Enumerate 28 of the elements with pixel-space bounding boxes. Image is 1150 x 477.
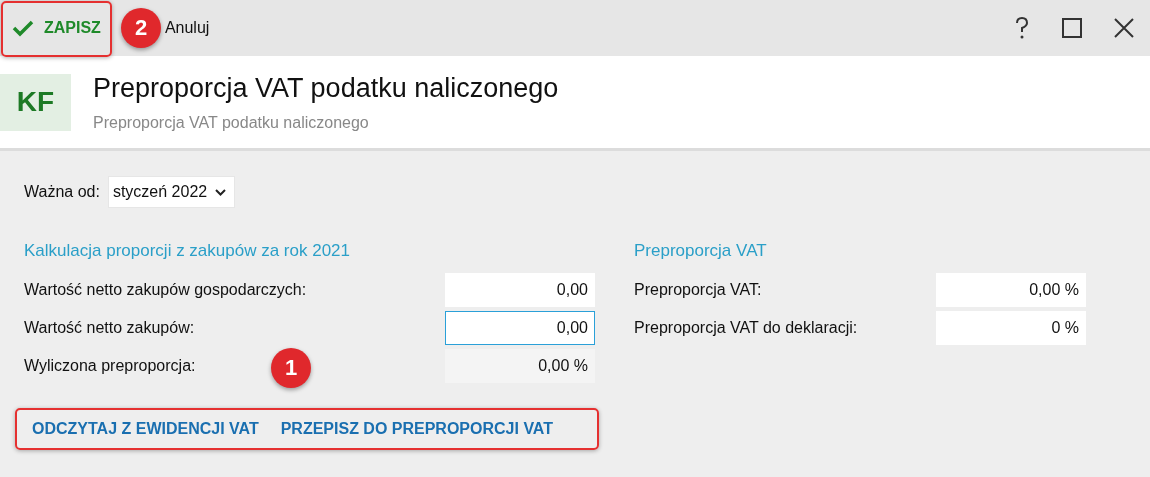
action-link[interactable]: ODCZYTAJ Z EWIDENCJI VAT bbox=[32, 420, 259, 438]
cancel-button[interactable]: Anuluj bbox=[164, 19, 210, 37]
close-icon[interactable] bbox=[1114, 18, 1134, 38]
number-field[interactable]: 0 % bbox=[936, 311, 1086, 345]
section-heading: Kalkulacja proporcji z zakupów za rok 2021 bbox=[24, 241, 351, 262]
number-field[interactable]: 0,00 % bbox=[936, 273, 1086, 307]
checkmark-icon bbox=[12, 19, 34, 37]
number-field[interactable]: 0,00 bbox=[445, 273, 595, 307]
window-subtitle: Preproporcja VAT podatku naliczonego bbox=[93, 113, 370, 132]
value-display: 0,00 % bbox=[445, 349, 595, 383]
field-label: Wartość netto zakupów: bbox=[24, 319, 195, 337]
section-heading: Preproporcja VAT bbox=[634, 241, 768, 262]
help-icon[interactable] bbox=[1014, 17, 1030, 39]
chevron-icon bbox=[215, 188, 227, 196]
field-label: Preproporcja VAT: bbox=[634, 281, 762, 299]
window-title: Preproporcja VAT podatku naliczonego bbox=[93, 72, 559, 104]
field-label: Preproporcja VAT do deklaracji: bbox=[634, 319, 858, 337]
module-badge: KF bbox=[0, 73, 71, 131]
maximize-icon[interactable] bbox=[1062, 18, 1082, 38]
number-field[interactable]: 0,00 bbox=[445, 311, 595, 345]
callout-badge: 1 bbox=[271, 348, 311, 388]
month-dropdown[interactable]: styczeń 2022 bbox=[107, 176, 236, 208]
action-link[interactable]: PRZEPISZ DO PREPROPORCJI VAT bbox=[280, 420, 553, 438]
field-label: Wartość netto zakupów gospodarczych: bbox=[24, 281, 307, 299]
field-label: Ważna od: bbox=[24, 183, 100, 201]
callout-badge: 2 bbox=[121, 8, 161, 48]
field-label: Wyliczona preproporcja: bbox=[24, 357, 196, 375]
save-button[interactable]: ZAPISZ bbox=[2, 1, 115, 55]
